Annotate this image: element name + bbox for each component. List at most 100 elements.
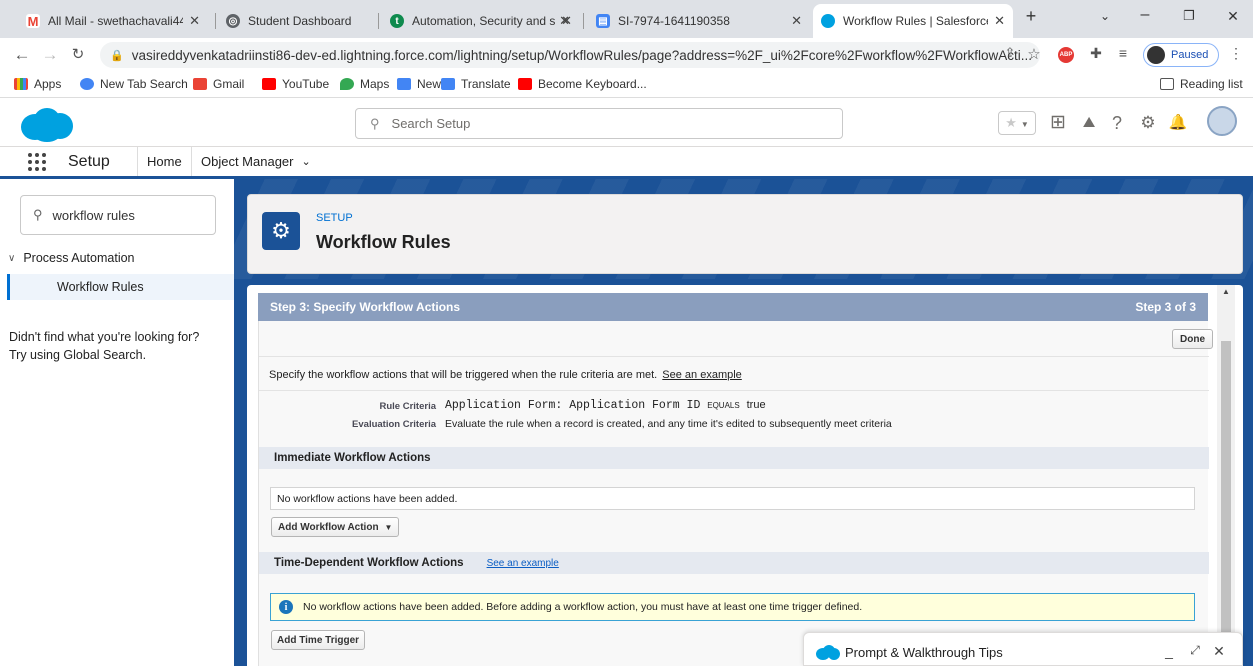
- close-tab-icon[interactable]: ✕: [994, 13, 1005, 29]
- step-body: Done Specify the workflow actions that w…: [258, 321, 1213, 666]
- evaluation-criteria-label: Evaluation Criteria: [352, 419, 436, 430]
- scroll-up-arrow-icon[interactable]: ▲: [1217, 287, 1235, 296]
- page-eyebrow: SETUP: [316, 212, 353, 224]
- chrome-menu-icon[interactable]: ⋮: [1226, 45, 1246, 62]
- salesforce-header: ⚲ Search Setup ★ ▼ ⊞ ⛰ ? ⚙ 🔔: [0, 99, 1253, 147]
- close-window-icon[interactable]: ✕: [1218, 8, 1248, 25]
- bookmark-star-icon[interactable]: ☆: [1024, 45, 1044, 63]
- youtube-icon: [262, 78, 276, 90]
- bookmark-maps[interactable]: Maps: [340, 77, 389, 91]
- browser-tab[interactable]: ▤ SI-7974-1641190358 ✕: [588, 4, 810, 38]
- sidebar-section-process-automation[interactable]: ∨ Process Automation: [8, 251, 135, 265]
- globe-icon: ◎: [226, 14, 240, 28]
- bookmark-translate[interactable]: Translate: [441, 77, 511, 91]
- trailhead-icon: t: [390, 14, 404, 28]
- minimize-icon[interactable]: _: [1160, 643, 1178, 659]
- tab-search-icon[interactable]: ⌄: [1090, 9, 1120, 23]
- setup-search-input[interactable]: ⚲ Search Setup: [355, 108, 843, 139]
- reload-icon[interactable]: ↻: [68, 45, 88, 63]
- profile-paused-chip[interactable]: Paused: [1143, 43, 1219, 67]
- reading-mode-icon[interactable]: ≡: [1113, 45, 1133, 61]
- translate-icon: [441, 78, 455, 90]
- step-description: Specify the workflow actions that will b…: [269, 369, 742, 381]
- search-icon: ⚲: [370, 115, 380, 131]
- salesforce-logo[interactable]: [20, 107, 74, 143]
- chevron-down-icon: ∨: [8, 252, 16, 264]
- close-icon[interactable]: ✕: [1210, 643, 1228, 660]
- help-icon[interactable]: ?: [1105, 111, 1129, 135]
- setup-gear-icon: ⚙: [262, 212, 300, 250]
- bookmarks-bar: Apps New Tab Search Gmail YouTube Maps N…: [0, 72, 1253, 98]
- app-name: Setup: [68, 153, 110, 170]
- scrollbar[interactable]: ▲: [1217, 285, 1235, 666]
- not-found-text: Didn't find what you're looking for?: [9, 330, 200, 344]
- favorites-dropdown-icon[interactable]: ▼: [1021, 120, 1029, 129]
- bookmark-new-tab-search[interactable]: New Tab Search: [80, 77, 188, 91]
- user-avatar[interactable]: [1207, 106, 1237, 136]
- apps-icon: [14, 78, 28, 90]
- news-icon: [397, 78, 411, 90]
- time-dependent-actions-header: Time-Dependent Workflow Actions See an e…: [259, 552, 1209, 574]
- global-actions-icon[interactable]: ⊞: [1046, 111, 1070, 135]
- url-field[interactable]: 🔒 vasireddyvenkatadriinsti86-dev-ed.ligh…: [100, 42, 1040, 68]
- done-button[interactable]: Done: [1172, 329, 1213, 349]
- adblock-icon[interactable]: ABP: [1058, 47, 1074, 63]
- step-title: Step 3: Specify Workflow Actions: [270, 300, 461, 314]
- rule-criteria-value: Application Form: Application Form ID EQ…: [445, 399, 766, 412]
- minimize-icon[interactable]: –: [1130, 6, 1160, 24]
- info-icon: i: [279, 600, 293, 614]
- evaluation-criteria-value: Evaluate the rule when a record is creat…: [445, 418, 892, 430]
- app-launcher-icon[interactable]: [28, 153, 46, 171]
- bookmark-become-keyboard[interactable]: Become Keyboard...: [518, 77, 647, 91]
- forward-icon[interactable]: →: [40, 45, 60, 65]
- page-header: ⚙ SETUP Workflow Rules: [247, 194, 1243, 274]
- maps-icon: [340, 78, 354, 90]
- share-icon[interactable]: ⇪: [1000, 45, 1020, 61]
- newtab-icon: [80, 78, 94, 90]
- scrollbar-thumb[interactable]: [1221, 341, 1231, 666]
- lock-icon: 🔒: [110, 49, 124, 62]
- browser-tab-strip: M All Mail - swethachavali448@ ✕ ◎ Stude…: [0, 0, 1253, 38]
- back-icon[interactable]: ←: [12, 45, 32, 65]
- bookmark-news[interactable]: News: [397, 77, 447, 91]
- see-example-link[interactable]: See an example: [487, 558, 559, 569]
- favorites-star-icon[interactable]: ★ ▼: [998, 111, 1036, 135]
- youtube-icon: [518, 78, 532, 90]
- reading-list[interactable]: Reading list: [1160, 77, 1243, 91]
- tab-home[interactable]: Home: [137, 147, 192, 176]
- new-tab-icon[interactable]: +: [1016, 6, 1046, 27]
- time-trigger-info-message: i No workflow actions have been added. B…: [270, 593, 1195, 621]
- immediate-actions-empty: No workflow actions have been added.: [270, 487, 1195, 510]
- address-bar: ← → ↻ 🔒 vasireddyvenkatadriinsti86-dev-e…: [0, 38, 1253, 72]
- close-tab-icon[interactable]: ✕: [189, 13, 200, 29]
- add-time-trigger-button[interactable]: Add Time Trigger: [271, 630, 366, 650]
- close-tab-icon[interactable]: ✕: [791, 13, 802, 29]
- gmail-icon: M: [26, 13, 40, 29]
- rule-criteria-label: Rule Criteria: [379, 401, 437, 412]
- tab-object-manager[interactable]: Object Manager ⌄: [192, 147, 320, 176]
- sidebar-item-workflow-rules[interactable]: Workflow Rules: [7, 274, 234, 300]
- add-workflow-action-button[interactable]: Add Workflow Action ▼: [271, 517, 400, 537]
- step-header: Step 3: Specify Workflow Actions Step 3 …: [258, 293, 1208, 321]
- see-example-link[interactable]: See an example: [662, 369, 742, 381]
- search-icon: ⚲: [33, 207, 43, 222]
- prompt-walkthrough-panel[interactable]: Prompt & Walkthrough Tips _ ⤢ ✕: [803, 632, 1243, 666]
- bookmark-apps[interactable]: Apps: [14, 77, 61, 91]
- dropdown-arrow-icon: ▼: [384, 522, 393, 532]
- quick-find-input[interactable]: ⚲ workflow rules: [20, 195, 216, 235]
- extensions-icon[interactable]: ✚: [1086, 45, 1106, 62]
- setup-gear-icon[interactable]: ⚙: [1136, 111, 1160, 135]
- expand-icon[interactable]: ⤢: [1186, 643, 1204, 658]
- browser-tab[interactable]: M All Mail - swethachavali448@ ✕: [18, 4, 208, 38]
- bookmark-youtube[interactable]: YouTube: [262, 77, 329, 91]
- url-text: vasireddyvenkatadriinsti86-dev-ed.lightn…: [131, 47, 1032, 63]
- trailhead-guidance-icon[interactable]: ⛰: [1077, 111, 1101, 135]
- bookmark-gmail[interactable]: Gmail: [193, 77, 244, 91]
- browser-tab[interactable]: t Automation, Security and sha ✕: [382, 4, 580, 38]
- notifications-bell-icon[interactable]: 🔔: [1166, 111, 1190, 135]
- browser-tab-active[interactable]: Workflow Rules | Salesforce ✕: [813, 4, 1013, 38]
- close-tab-icon[interactable]: ✕: [561, 13, 572, 29]
- document-icon: ▤: [596, 14, 610, 28]
- chevron-down-icon[interactable]: ⌄: [302, 155, 311, 168]
- restore-icon[interactable]: ❐: [1174, 8, 1204, 24]
